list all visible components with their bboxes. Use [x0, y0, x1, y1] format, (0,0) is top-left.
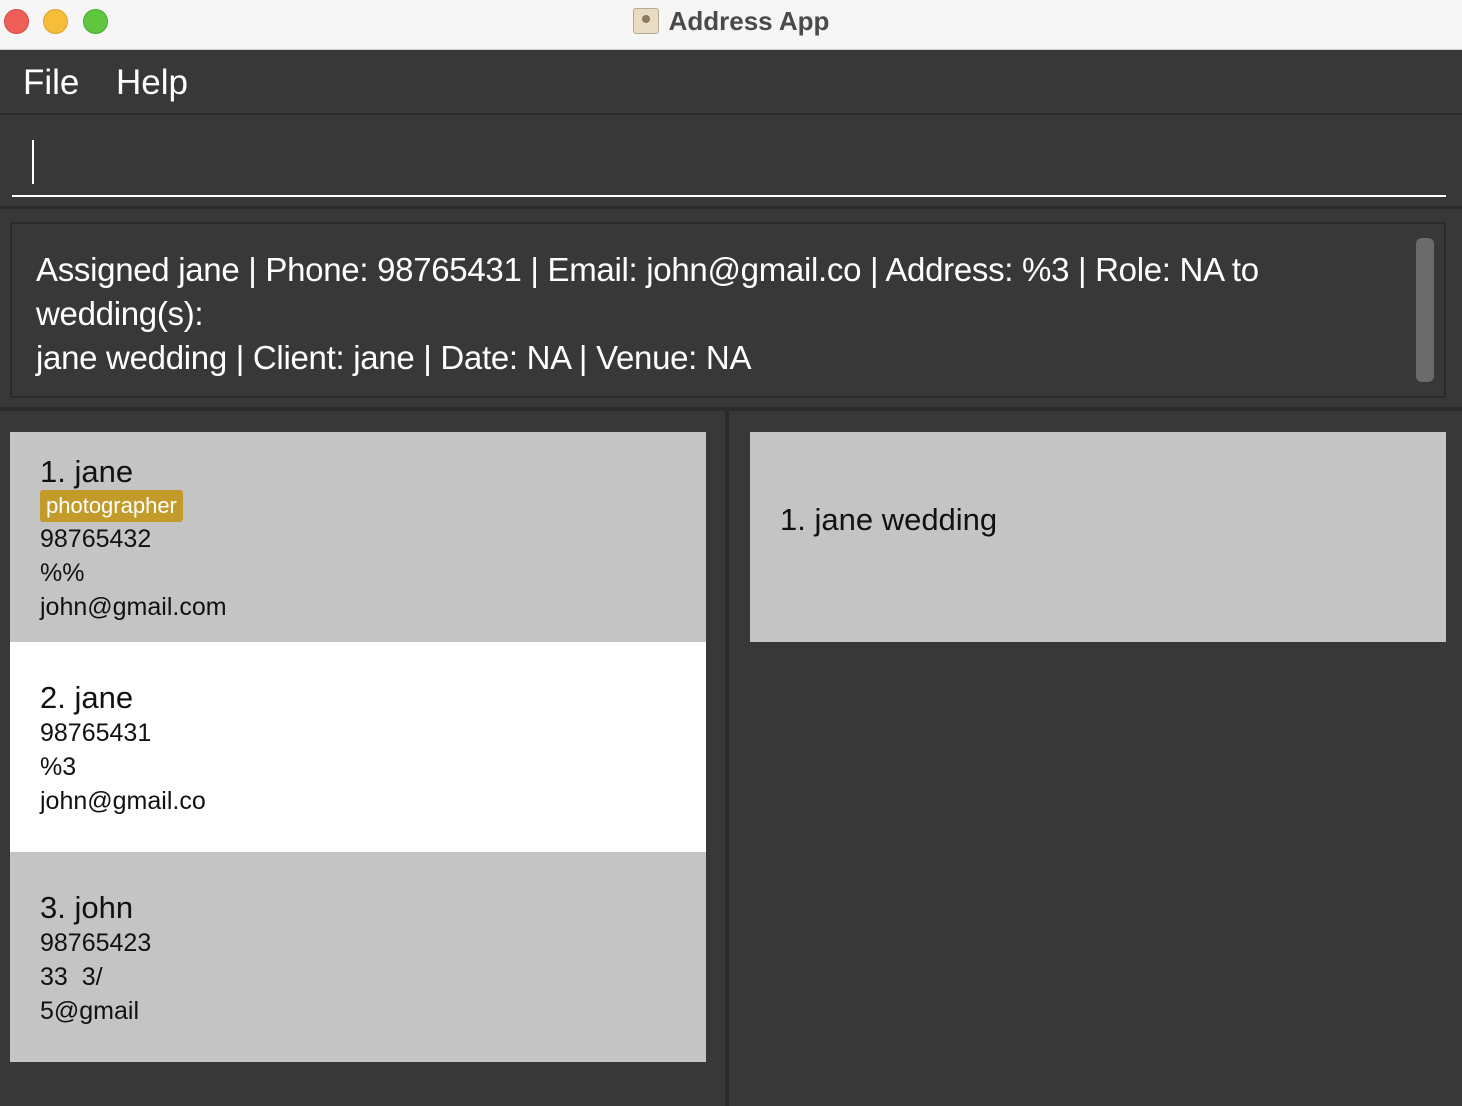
- window-title-wrap: Address App: [0, 6, 1462, 36]
- person-list: 1. jane photographer 98765432 %% john@gm…: [10, 432, 706, 1062]
- person-card[interactable]: 3. john 98765423 33 3/ 5@gmail: [10, 852, 706, 1062]
- result-display: Assigned jane | Phone: 98765431 | Email:…: [10, 222, 1446, 398]
- wedding-name: 1. jane wedding: [780, 502, 998, 537]
- person-email: john@gmail.co: [40, 787, 206, 815]
- title-bar: Address App: [0, 0, 1462, 50]
- person-address: %3: [40, 753, 77, 781]
- command-input[interactable]: [12, 125, 1446, 197]
- result-message: Assigned jane | Phone: 98765431 | Email:…: [36, 251, 1259, 376]
- text-caret: [32, 140, 34, 184]
- person-email: john@gmail.com: [40, 593, 227, 621]
- person-name: 3. john: [40, 890, 134, 925]
- menu-file[interactable]: File: [23, 63, 79, 103]
- person-phone: 98765431: [40, 719, 152, 747]
- window-title: Address App: [668, 6, 830, 36]
- person-card[interactable]: 1. jane photographer 98765432 %% john@gm…: [10, 432, 706, 642]
- person-phone: 98765423: [40, 929, 152, 957]
- panel-split-divider[interactable]: [725, 411, 729, 1106]
- command-box: [0, 117, 1462, 209]
- section-divider: [0, 407, 1462, 411]
- person-address: %%: [40, 559, 85, 587]
- app-window: Address App File Help Assigned jane | Ph…: [0, 0, 1462, 1106]
- address-book-icon: [632, 8, 659, 34]
- menu-help[interactable]: Help: [116, 63, 188, 103]
- person-name: 1. jane: [40, 454, 134, 489]
- person-address: 33 3/: [40, 963, 103, 991]
- person-card-selected[interactable]: 2. jane 98765431 %3 john@gmail.co: [10, 642, 706, 852]
- result-scrollbar[interactable]: [1416, 238, 1434, 382]
- person-email: 5@gmail: [40, 997, 140, 1025]
- menu-bar: File Help: [0, 51, 1462, 115]
- wedding-card[interactable]: 1. jane wedding: [750, 432, 1446, 642]
- wedding-list: 1. jane wedding: [750, 432, 1446, 642]
- person-phone: 98765432: [40, 525, 152, 553]
- person-name: 2. jane: [40, 680, 134, 715]
- role-tag: photographer: [40, 490, 183, 522]
